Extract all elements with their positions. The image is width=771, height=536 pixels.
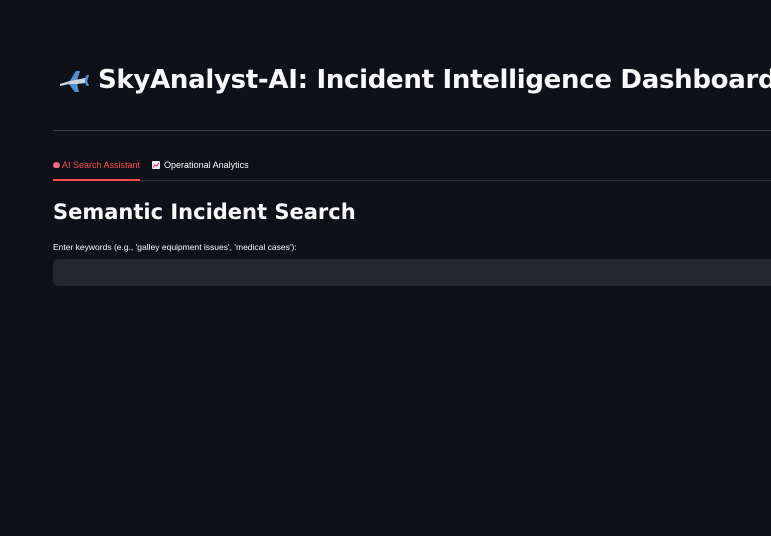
tab-ai-search-assistant[interactable]: AI Search Assistant	[53, 152, 141, 181]
airplane-icon	[56, 65, 90, 95]
search-label: Enter keywords (e.g., 'galley equipment …	[53, 242, 297, 252]
chart-increasing-icon	[152, 161, 161, 169]
page-title: SkyAnalyst-AI: Incident Intelligence Das…	[98, 65, 771, 95]
header-divider	[53, 130, 771, 131]
page-header: SkyAnalyst-AI: Incident Intelligence Das…	[56, 60, 771, 100]
tab-bar: AI Search Assistant Operational Analytic…	[53, 152, 771, 181]
tab-operational-analytics[interactable]: Operational Analytics	[152, 152, 249, 178]
tab-label: Operational Analytics	[164, 160, 249, 170]
tab-label: AI Search Assistant	[62, 160, 141, 170]
section-title: Semantic Incident Search	[53, 200, 356, 224]
search-input[interactable]	[53, 259, 771, 286]
brain-icon	[53, 162, 60, 168]
app-root: SkyAnalyst-AI: Incident Intelligence Das…	[0, 0, 771, 536]
